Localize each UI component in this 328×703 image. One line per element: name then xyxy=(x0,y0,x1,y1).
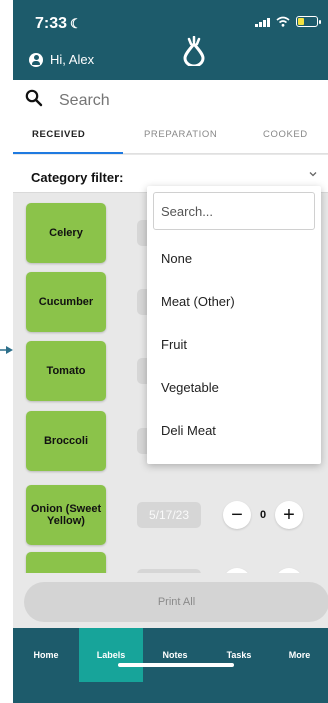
nav-more[interactable]: More xyxy=(271,628,328,682)
list-item: Onion (Sweet Yellow) 5/17/23 − 0 + xyxy=(13,475,328,545)
quantity-stepper: − + xyxy=(223,567,303,573)
search-bar[interactable]: Search xyxy=(13,80,328,120)
dropdown-option-vegetable[interactable]: Vegetable xyxy=(161,380,219,395)
nav-labels[interactable]: Labels xyxy=(79,628,143,682)
item-card[interactable]: Celery xyxy=(26,203,106,263)
quantity-value: 0 xyxy=(259,509,267,521)
nav-home[interactable]: Home xyxy=(13,628,79,682)
dropdown-option-meat-other[interactable]: Meat (Other) xyxy=(161,294,235,309)
category-dropdown: Search... None Meat (Other) Fruit Vegeta… xyxy=(147,186,321,464)
tab-preparation[interactable]: PREPARATION xyxy=(144,129,217,140)
filter-label: Category filter: xyxy=(31,170,124,185)
tab-bar: RECEIVED PREPARATION COOKED xyxy=(13,120,328,154)
decrement-button[interactable]: − xyxy=(223,501,251,529)
wifi-icon xyxy=(276,16,290,27)
tab-indicator xyxy=(13,152,123,154)
greeting-text: Hi, Alex xyxy=(50,52,95,67)
item-card[interactable]: Onion (Sweet Yellow) xyxy=(26,485,106,545)
quantity-stepper: − 0 + xyxy=(223,500,303,530)
item-card[interactable]: Cucumber xyxy=(26,272,106,332)
arrow-right-icon xyxy=(0,346,13,354)
nav-tasks[interactable]: Tasks xyxy=(207,628,271,682)
decrement-button[interactable]: − xyxy=(223,568,251,573)
item-card[interactable]: Tomato xyxy=(26,341,106,401)
search-icon xyxy=(25,89,43,107)
item-card[interactable]: Broccoli xyxy=(26,411,106,471)
moon-icon: ☾ xyxy=(70,16,82,31)
signal-icon xyxy=(255,17,270,27)
bottom-nav: Home Labels Notes Tasks More xyxy=(13,628,328,703)
increment-button[interactable]: + xyxy=(275,501,303,529)
item-card[interactable] xyxy=(26,552,106,573)
print-bar: Print All xyxy=(13,578,328,628)
dropdown-option-deli-meat[interactable]: Deli Meat xyxy=(161,423,216,438)
dropdown-option-none[interactable]: None xyxy=(161,251,192,266)
search-input[interactable]: Search xyxy=(59,92,110,110)
status-icons xyxy=(255,16,321,27)
dropdown-search-input[interactable]: Search... xyxy=(153,192,315,230)
user-greeting[interactable]: Hi, Alex xyxy=(29,52,94,67)
battery-icon xyxy=(296,16,321,27)
app-header: 7:33 ☾ Hi, Alex xyxy=(13,0,328,80)
increment-button[interactable]: + xyxy=(275,568,303,573)
app-logo-icon xyxy=(183,36,205,66)
tab-cooked[interactable]: COOKED xyxy=(263,129,308,140)
nav-notes[interactable]: Notes xyxy=(143,628,207,682)
home-indicator xyxy=(118,663,234,667)
dropdown-option-fruit[interactable]: Fruit xyxy=(161,337,187,352)
list-item: − + xyxy=(13,542,328,573)
app-screen: 7:33 ☾ Hi, Alex Search RECEIVED PREPARAT… xyxy=(13,0,328,703)
status-time: 7:33 ☾ xyxy=(35,15,82,32)
tab-received[interactable]: RECEIVED xyxy=(32,129,85,140)
user-icon xyxy=(29,52,43,67)
print-all-button[interactable]: Print All xyxy=(24,582,328,622)
date-pill[interactable] xyxy=(137,569,201,573)
chevron-down-icon xyxy=(309,172,317,177)
date-pill[interactable]: 5/17/23 xyxy=(137,502,201,528)
